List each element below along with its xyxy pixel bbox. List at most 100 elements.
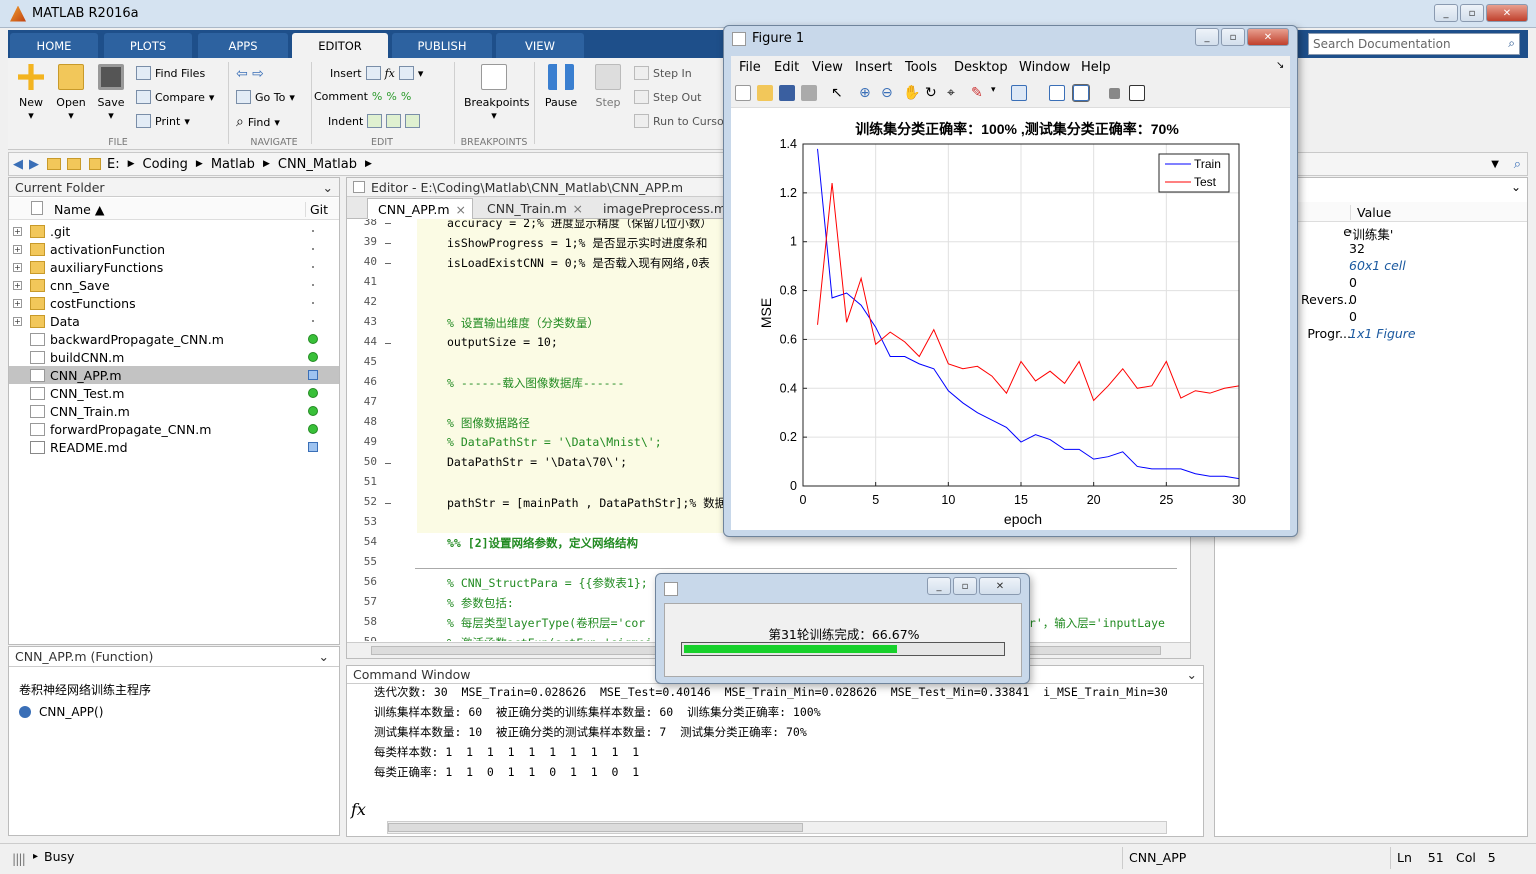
menu-desktop[interactable]: Desktop	[954, 60, 1008, 75]
code-line[interactable]: % CNN_StructPara = {{参数表1};	[447, 575, 648, 591]
minimize-button[interactable]: _	[1434, 4, 1458, 22]
list-item[interactable]: + activationFunction	[9, 240, 339, 258]
variable-name[interactable]: e	[1301, 224, 1351, 239]
run-to-cursor-button[interactable]: Run to Cursor	[634, 114, 728, 128]
code-line[interactable]: % DataPathStr = '\Data\Mnist\';	[447, 435, 662, 449]
close-tab-icon[interactable]: ×	[456, 202, 466, 217]
zoom-in-icon[interactable]: ⊕	[859, 85, 875, 101]
path-dropdown-icon[interactable]: ▼	[1491, 159, 1499, 170]
line-number[interactable]: 50	[347, 455, 377, 468]
expand-icon[interactable]: +	[13, 280, 22, 290]
editor-tab[interactable]: imagePreprocess.m	[593, 200, 733, 219]
step-out-button[interactable]: Step Out	[634, 90, 702, 104]
list-item[interactable]: CNN_Test.m	[9, 384, 339, 402]
pan-icon[interactable]: ✋	[903, 85, 920, 101]
progress-maximize-button[interactable]: ▫	[953, 577, 977, 595]
figure-maximize-button[interactable]: ▫	[1221, 28, 1245, 46]
compare-button[interactable]: Compare ▾	[136, 90, 214, 104]
line-number[interactable]: 47	[347, 395, 377, 408]
panel-actions-icon[interactable]: ⌄	[1511, 180, 1521, 194]
expand-icon[interactable]: +	[13, 298, 22, 308]
menu-tools[interactable]: Tools	[905, 60, 937, 75]
variable-name[interactable]: Progr...	[1301, 326, 1351, 341]
line-number[interactable]: 51	[347, 475, 377, 488]
variable-value[interactable]: 0	[1349, 309, 1357, 324]
line-number[interactable]: 54	[347, 535, 377, 548]
print-figure-icon[interactable]	[801, 85, 817, 101]
function-entry[interactable]: CNN_APP()	[19, 705, 103, 719]
line-number[interactable]: 43	[347, 315, 377, 328]
command-hscrollbar[interactable]	[387, 821, 1167, 834]
close-button[interactable]: ✕	[1486, 4, 1528, 22]
list-item[interactable]: + auxiliaryFunctions	[9, 258, 339, 276]
print-button[interactable]: Print ▾	[136, 114, 190, 128]
browse-folder-icon[interactable]	[67, 158, 81, 170]
tab-publish[interactable]: PUBLISH	[392, 33, 492, 58]
menu-insert[interactable]: Insert	[855, 60, 892, 75]
expand-icon[interactable]: +	[13, 316, 22, 326]
menu-file[interactable]: File	[739, 60, 761, 75]
line-number[interactable]: 49	[347, 435, 377, 448]
line-number[interactable]: 46	[347, 375, 377, 388]
back-arrow-icon[interactable]: ⇦ ⇨	[236, 66, 264, 82]
show-plot-tools-icon[interactable]	[1129, 85, 1145, 101]
variable-value[interactable]: 32	[1349, 241, 1365, 256]
fx-prompt-icon[interactable]: fx	[351, 800, 366, 819]
list-item[interactable]: README.md	[9, 438, 339, 456]
save-button[interactable]: Save ▾	[92, 62, 130, 122]
variable-name[interactable]: Revers...	[1301, 292, 1351, 307]
progress-minimize-button[interactable]: _	[927, 577, 951, 595]
line-number[interactable]: 38	[347, 219, 377, 228]
find-files-button[interactable]: Find Files	[136, 66, 205, 80]
line-number[interactable]: 40	[347, 255, 377, 268]
search-documentation-input[interactable]: Search Documentation ⌕	[1308, 33, 1520, 55]
line-number[interactable]: 41	[347, 275, 377, 288]
list-item[interactable]: + .git	[9, 222, 339, 240]
line-number[interactable]: 39	[347, 235, 377, 248]
search-icon[interactable]: ⌕	[1508, 36, 1515, 51]
menu-edit[interactable]: Edit	[774, 60, 799, 75]
code-line[interactable]: % 图像数据路径	[447, 415, 530, 431]
path-part[interactable]: CNN_Matlab	[278, 157, 357, 172]
insert-button[interactable]: Insert fx ▾	[330, 66, 423, 80]
path-part[interactable]: Coding	[143, 157, 188, 172]
expand-icon[interactable]: +	[13, 262, 22, 272]
legend[interactable]: Train Test	[1158, 153, 1230, 193]
go-to-button[interactable]: Go To ▾	[236, 90, 295, 104]
step-in-button[interactable]: Step In	[634, 66, 692, 80]
scroll-thumb[interactable]	[388, 823, 803, 832]
editor-tab[interactable]: CNN_Train.m ×	[477, 200, 587, 219]
tab-editor[interactable]: EDITOR	[292, 33, 388, 58]
tab-plots[interactable]: PLOTS	[104, 33, 192, 58]
breakpoint-marker[interactable]	[385, 343, 391, 344]
code-line[interactable]: % 每层类型layerType(卷积层='cor	[447, 615, 645, 631]
insert-colorbar-icon[interactable]	[1049, 85, 1065, 101]
line-number[interactable]: 52	[347, 495, 377, 508]
list-item[interactable]: CNN_Train.m	[9, 402, 339, 420]
figure-close-button[interactable]: ✕	[1247, 28, 1289, 46]
line-number[interactable]: 48	[347, 415, 377, 428]
comment-button[interactable]: Comment%%%	[314, 90, 411, 103]
panel-actions-icon[interactable]: ⌄	[323, 180, 333, 195]
menu-help[interactable]: Help	[1081, 60, 1111, 75]
code-line[interactable]: % 参数包括:	[447, 595, 514, 611]
code-line[interactable]: % 激活函数actFun(actFun='sigmoi	[447, 635, 652, 641]
path-part[interactable]: Matlab	[211, 157, 255, 172]
line-number[interactable]: 58	[347, 615, 377, 628]
link-plot-icon[interactable]	[1011, 85, 1027, 101]
step-button[interactable]: Step	[589, 62, 627, 109]
dock-arrow-icon[interactable]: ↘	[1276, 60, 1284, 71]
code-line[interactable]: % 设置输出维度（分类数量）	[447, 315, 599, 331]
value-column-header[interactable]: Value	[1350, 205, 1391, 220]
back-icon[interactable]: ◀	[13, 157, 23, 172]
list-item[interactable]: buildCNN.m	[9, 348, 339, 366]
breakpoint-marker[interactable]	[385, 263, 391, 264]
search-folder-icon[interactable]: ⌕	[1514, 157, 1521, 172]
hide-plot-tools-icon[interactable]	[1109, 88, 1120, 99]
brush-dropdown-icon[interactable]: ▾	[991, 85, 1007, 101]
save-figure-icon[interactable]	[779, 85, 795, 101]
list-item[interactable]: backwardPropagate_CNN.m	[9, 330, 339, 348]
variable-value[interactable]: 0	[1349, 275, 1357, 290]
breakpoint-marker[interactable]	[385, 503, 391, 504]
tab-home[interactable]: HOME	[10, 33, 98, 58]
